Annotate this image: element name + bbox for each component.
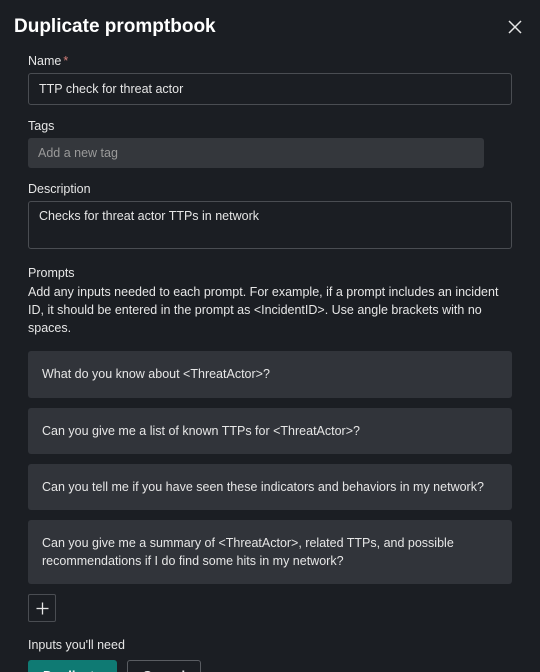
tags-input[interactable] <box>28 138 484 168</box>
description-input[interactable]: Checks for threat actor TTPs in network <box>28 201 512 249</box>
modal-title: Duplicate promptbook <box>14 16 216 38</box>
name-label: Name* <box>28 54 512 68</box>
prompt-item[interactable]: Can you give me a summary of <ThreatActo… <box>28 520 512 584</box>
modal-body: Name* Tags Description Checks for threat… <box>0 48 540 672</box>
duplicate-button[interactable]: Duplicate <box>28 660 117 672</box>
required-asterisk: * <box>63 54 68 68</box>
name-label-text: Name <box>28 54 61 68</box>
inputs-label: Inputs you'll need <box>28 638 512 652</box>
plus-icon <box>36 602 49 615</box>
description-label: Description <box>28 182 512 196</box>
prompt-item[interactable]: Can you tell me if you have seen these i… <box>28 464 512 510</box>
prompts-help: Add any inputs needed to each prompt. Fo… <box>28 283 512 337</box>
button-row: Duplicate Cancel <box>28 660 512 672</box>
cancel-button[interactable]: Cancel <box>127 660 202 672</box>
add-prompt-button[interactable] <box>28 594 56 622</box>
prompts-label: Prompts <box>28 266 512 280</box>
prompt-item[interactable]: Can you give me a list of known TTPs for… <box>28 408 512 454</box>
tags-field: Tags <box>28 119 512 168</box>
name-input[interactable] <box>28 73 512 105</box>
name-field: Name* <box>28 54 512 105</box>
close-icon[interactable] <box>508 20 522 34</box>
tags-label: Tags <box>28 119 512 133</box>
modal-header: Duplicate promptbook <box>0 0 540 48</box>
description-field: Description Checks for threat actor TTPs… <box>28 182 512 252</box>
prompt-item[interactable]: What do you know about <ThreatActor>? <box>28 351 512 397</box>
duplicate-promptbook-modal: Duplicate promptbook Name* Tags Descript… <box>0 0 540 672</box>
